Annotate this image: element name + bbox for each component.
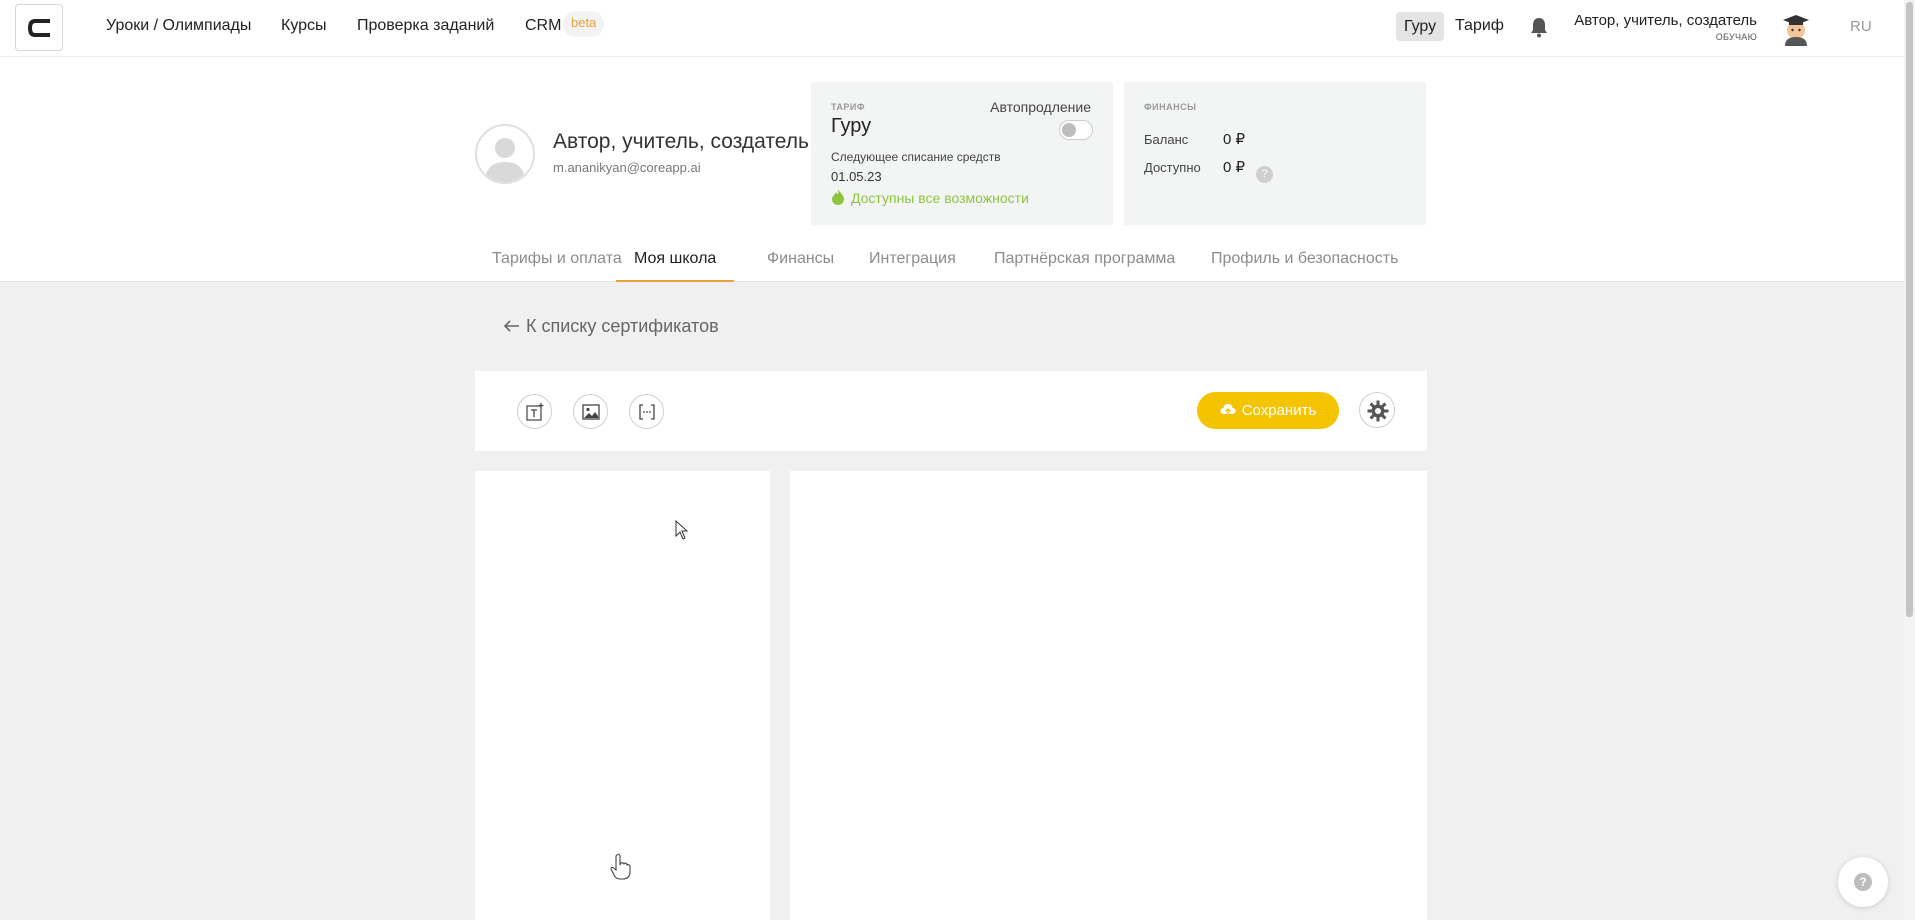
help-icon: ? bbox=[1854, 873, 1872, 891]
tariff-caption: Тариф bbox=[831, 102, 866, 112]
flame-icon bbox=[832, 189, 844, 205]
cloud-upload-icon bbox=[1220, 404, 1236, 416]
certificate-canvas[interactable] bbox=[790, 471, 1427, 920]
profile-name: Автор, учитель, создатель bbox=[553, 130, 809, 153]
help-icon[interactable]: ? bbox=[1256, 166, 1273, 183]
arrow-left-icon bbox=[503, 320, 519, 332]
scrollbar-thumb[interactable] bbox=[1906, 2, 1913, 617]
next-charge-label: Следующее списание средств bbox=[831, 150, 1001, 164]
logo[interactable] bbox=[15, 4, 63, 51]
balance-label: Баланс bbox=[1144, 132, 1189, 147]
nav-crm[interactable]: CRM bbox=[525, 17, 561, 35]
user-name[interactable]: Автор, учитель, создатель bbox=[1574, 12, 1757, 29]
user-placeholder-icon bbox=[485, 138, 525, 182]
user-role: обучаю bbox=[1715, 32, 1757, 42]
add-text-button[interactable] bbox=[517, 394, 552, 429]
tariff-link[interactable]: Тариф bbox=[1455, 17, 1504, 35]
user-avatar-icon[interactable] bbox=[1780, 12, 1812, 46]
placeholder-field-icon bbox=[639, 404, 655, 420]
plan-badge[interactable]: Гуру bbox=[1396, 12, 1445, 41]
tab-profile-security[interactable]: Профиль и безопасность bbox=[1211, 250, 1398, 282]
tab-partner-program[interactable]: Партнёрская программа bbox=[994, 250, 1175, 282]
language-switcher[interactable]: RU bbox=[1850, 18, 1872, 35]
features-text: Доступны все возможности bbox=[851, 190, 1029, 206]
add-field-button[interactable] bbox=[629, 394, 664, 429]
features-status: Доступны все возможности bbox=[831, 189, 1029, 206]
available-value: 0 ₽ bbox=[1223, 159, 1246, 176]
autorenew-toggle[interactable] bbox=[1059, 120, 1093, 140]
tab-tariffs[interactable]: Тарифы и оплата bbox=[492, 250, 622, 282]
arrow-cursor-icon bbox=[675, 520, 689, 540]
help-button[interactable]: ? bbox=[1838, 857, 1888, 907]
add-text-icon bbox=[526, 403, 544, 421]
tab-integration[interactable]: Интеграция bbox=[869, 250, 956, 282]
save-label: Сохранить bbox=[1241, 402, 1317, 419]
save-button[interactable]: Сохранить bbox=[1197, 392, 1339, 429]
finance-caption: Финансы bbox=[1144, 102, 1197, 112]
page-scrollbar[interactable] bbox=[1904, 0, 1915, 920]
bell-icon[interactable] bbox=[1530, 16, 1548, 43]
finance-card: Финансы Баланс 0 ₽ Доступно 0 ₽ ? bbox=[1124, 82, 1426, 225]
beta-badge: beta bbox=[563, 11, 605, 37]
nav-lessons[interactable]: Уроки / Олимпиады bbox=[106, 17, 251, 35]
editor-toolbar: Сохранить bbox=[475, 371, 1427, 451]
autorenew-label: Автопродление bbox=[990, 99, 1091, 115]
tab-my-school[interactable]: Моя школа bbox=[616, 250, 735, 282]
logo-icon bbox=[28, 19, 50, 37]
profile-header: Автор, учитель, создатель m.ananikyan@co… bbox=[0, 57, 1904, 282]
top-navigation: Уроки / Олимпиады Курсы Проверка заданий… bbox=[0, 0, 1904, 57]
tab-finance[interactable]: Финансы bbox=[767, 250, 834, 282]
avatar[interactable] bbox=[475, 124, 535, 184]
back-link-label: К списку сертификатов bbox=[526, 316, 719, 336]
nav-courses[interactable]: Курсы bbox=[281, 17, 327, 35]
next-charge-date: 01.05.23 bbox=[831, 169, 882, 184]
add-image-button[interactable] bbox=[573, 394, 608, 429]
available-label: Доступно bbox=[1144, 160, 1201, 175]
tariff-card: Тариф Гуру Автопродление Следующее списа… bbox=[811, 82, 1113, 225]
hand-cursor-icon bbox=[610, 853, 631, 880]
gear-icon bbox=[1367, 400, 1389, 422]
tariff-name: Гуру bbox=[831, 115, 872, 137]
profile-email: m.ananikyan@coreapp.ai bbox=[553, 160, 701, 175]
nav-task-review[interactable]: Проверка заданий bbox=[357, 17, 494, 35]
back-to-certificates-link[interactable]: К списку сертификатов bbox=[503, 316, 719, 337]
image-icon bbox=[582, 404, 600, 420]
balance-value: 0 ₽ bbox=[1223, 131, 1246, 148]
settings-button[interactable] bbox=[1359, 392, 1395, 428]
